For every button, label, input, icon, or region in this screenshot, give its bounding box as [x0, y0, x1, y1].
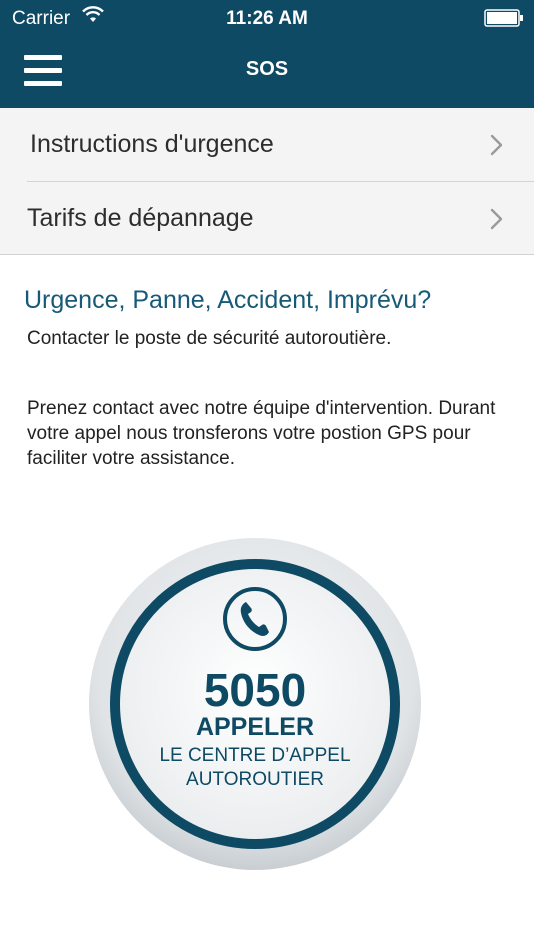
list-item-instructions[interactable]: Instructions d'urgence: [0, 108, 534, 182]
call-button[interactable]: 5050 APPELER LE CENTRE D’APPEL AUTOROUTI…: [88, 537, 422, 871]
call-number: 5050: [203, 664, 307, 716]
app-header: Carrier 11:26 AM SOS: [0, 0, 534, 108]
intro-text: Contacter le poste de sécurité autorouti…: [27, 328, 392, 349]
description-text: Prenez contact avec notre équipe d'inter…: [27, 398, 496, 469]
list-item-label: Tarifs de dépannage: [27, 204, 254, 232]
headline: Urgence, Panne, Accident, Imprévu?: [24, 286, 432, 314]
phone-icon: [223, 587, 287, 651]
chevron-right-icon: [490, 208, 503, 230]
chevron-right-icon: [490, 134, 503, 156]
status-bar: Carrier 11:26 AM: [0, 0, 534, 38]
page-title: SOS: [245, 58, 289, 80]
list-item-tarifs[interactable]: Tarifs de dépannage: [0, 182, 534, 255]
call-subtitle-line2: AUTOROUTIER: [186, 769, 324, 790]
battery-icon: [484, 9, 523, 27]
list-item-label: Instructions d'urgence: [30, 130, 274, 158]
call-action-label: APPELER: [195, 713, 315, 741]
call-subtitle-line1: LE CENTRE D’APPEL: [159, 745, 351, 766]
menu-list: Instructions d'urgence Tarifs de dépanna…: [0, 108, 534, 255]
status-time: 11:26 AM: [226, 8, 308, 29]
